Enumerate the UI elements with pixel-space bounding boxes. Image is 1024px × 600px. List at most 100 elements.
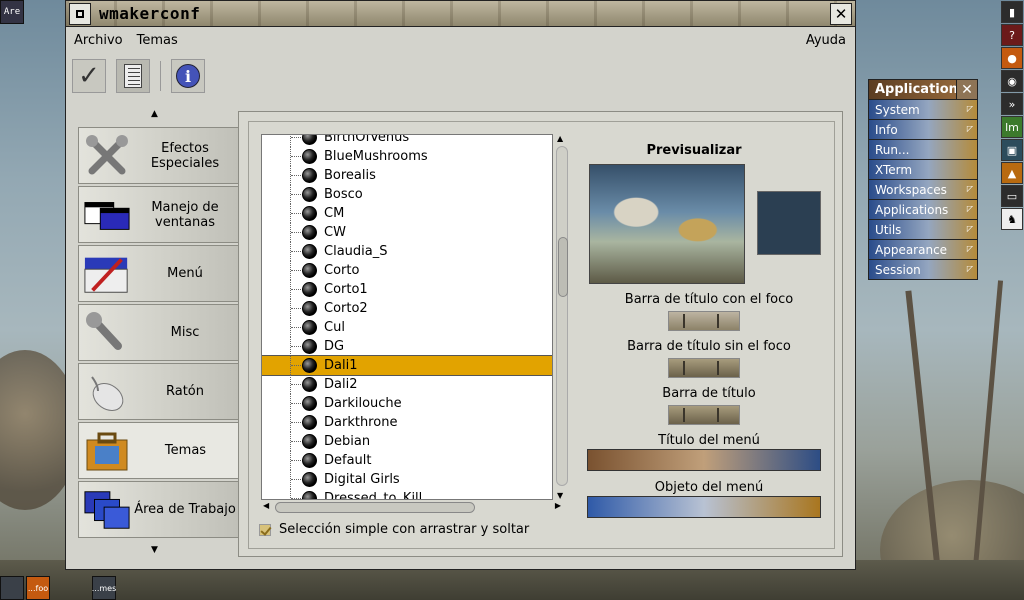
theme-list-item[interactable]: Digital Girls [262, 470, 552, 489]
miniwindow-firefox-icon[interactable]: ...foo [26, 576, 50, 600]
dnd-option[interactable]: Selección simple con arrastrar y soltar [259, 522, 529, 537]
sidebar-scroll-up-icon[interactable]: ▲ [151, 109, 158, 119]
theme-list-item[interactable]: DG [262, 337, 552, 356]
scroll-right-icon[interactable]: ▶ [555, 501, 561, 510]
applications-menu-item[interactable]: Applications ◸ [868, 200, 978, 220]
preview-focused-label: Barra de título con el foco [624, 292, 794, 307]
desktop-app-icon[interactable]: Are [0, 0, 24, 24]
menu-edit-icon [83, 250, 131, 298]
theme-list-item[interactable]: Corto1 [262, 280, 552, 299]
sidebar-item-misc[interactable]: Misc [78, 304, 240, 361]
titlebar-figure [683, 408, 685, 422]
dnd-checkbox[interactable] [259, 523, 271, 536]
theme-icon [302, 187, 317, 202]
theme-list[interactable]: BirthOfVenus BlueMushrooms Borealis Bosco CM… [261, 134, 553, 500]
theme-list-item[interactable]: Corto [262, 261, 552, 280]
sidebar-item-manejo[interactable]: Manejo de ventanas [78, 186, 240, 243]
theme-list-item[interactable]: Darkthrone [262, 413, 552, 432]
sidebar-scroll-down-icon[interactable]: ▼ [151, 545, 158, 555]
tree-branch [291, 194, 301, 195]
category-sidebar: ▲ Efectos Especiales Manejo de ventanas … [76, 109, 240, 557]
submenu-icon: ◸ [966, 244, 973, 253]
theme-list-item[interactable]: Default [262, 451, 552, 470]
window-titlebar[interactable]: wmakerconf ✕ [66, 1, 855, 27]
theme-list-item[interactable]: Bosco [262, 185, 552, 204]
sidebar-item-temas[interactable]: Temas [78, 422, 240, 479]
dock-terminal-icon[interactable]: ▮ [1001, 1, 1023, 23]
miniwindow-icon[interactable] [0, 576, 24, 600]
preview-area: Previsualizar Barra de título con el foc… [584, 134, 834, 544]
theme-list-item[interactable]: BirthOfVenus [262, 135, 552, 147]
sidebar-item-label: Ratón [165, 384, 204, 399]
theme-list-item[interactable]: Darkilouche [262, 394, 552, 413]
applications-menu-item[interactable]: Appearance ◸ [868, 240, 978, 260]
theme-list-item[interactable]: Dali1 [262, 355, 552, 376]
applications-menu-item[interactable]: XTerm [868, 160, 978, 180]
tree-branch [291, 422, 301, 423]
menu-ayuda[interactable]: Ayuda [806, 33, 846, 48]
theme-list-item[interactable]: Borealis [262, 166, 552, 185]
sidebar-item-efectos[interactable]: Efectos Especiales [78, 127, 240, 184]
wrench-icon [83, 309, 131, 357]
applications-menu-title[interactable]: Applications ✕ [868, 79, 978, 100]
applications-menu-item[interactable]: Session ◸ [868, 260, 978, 280]
dock-console-icon[interactable]: ▭ [1001, 185, 1023, 207]
theme-name: Corto2 [324, 301, 368, 316]
titlebar-figure [717, 314, 719, 328]
dock-arrows-icon[interactable]: » [1001, 93, 1023, 115]
theme-list-item[interactable]: Debian [262, 432, 552, 451]
save-button[interactable] [116, 59, 150, 93]
dock-monitor-icon[interactable]: ▣ [1001, 139, 1023, 161]
scroll-up-icon[interactable]: ▲ [557, 134, 563, 143]
close-icon[interactable]: ✕ [956, 80, 977, 99]
theme-name: Bosco [324, 187, 363, 202]
applications-menu-item[interactable]: Utils ◸ [868, 220, 978, 240]
theme-list-hscroll[interactable]: ◀ ▶ [261, 500, 569, 514]
dock-red-app-icon[interactable]: ? [1001, 24, 1023, 46]
menu-temas[interactable]: Temas [137, 33, 178, 48]
theme-name: Darkilouche [324, 396, 402, 411]
miniwindow-terminal-icon[interactable]: ...mes [92, 576, 116, 600]
close-button[interactable]: ✕ [830, 3, 852, 25]
scroll-left-icon[interactable]: ◀ [263, 501, 269, 510]
menu-archivo[interactable]: Archivo [74, 33, 123, 48]
scroll-thumb[interactable] [558, 237, 568, 297]
tree-branch [291, 213, 301, 214]
checkmark-icon: ✓ [78, 61, 100, 91]
scroll-track[interactable] [556, 146, 568, 486]
tree-branch [291, 479, 301, 480]
theme-list-item[interactable]: Dali2 [262, 375, 552, 394]
sidebar-item-area[interactable]: Área de Trabajo [78, 481, 240, 538]
theme-list-item[interactable]: CW [262, 223, 552, 242]
scroll-down-icon[interactable]: ▼ [557, 491, 563, 500]
apply-button[interactable]: ✓ [72, 59, 106, 93]
theme-icon [302, 434, 317, 449]
tree-line [290, 135, 291, 147]
miniaturize-button[interactable] [69, 2, 91, 25]
theme-list-item[interactable]: CM [262, 204, 552, 223]
applications-menu-item[interactable]: System ◸ [868, 100, 978, 120]
applications-menu-item[interactable]: Run... [868, 140, 978, 160]
menu-item-label: Workspaces [875, 182, 947, 197]
applications-menu-item[interactable]: Workspaces ◸ [868, 180, 978, 200]
applications-menu-item[interactable]: Info ◸ [868, 120, 978, 140]
tree-branch [291, 251, 301, 252]
dock-firefox-icon[interactable]: ● [1001, 47, 1023, 69]
theme-list-item[interactable]: Cul [262, 318, 552, 337]
sidebar-item-raton[interactable]: Ratón [78, 363, 240, 420]
dock-gnu-icon[interactable]: ♞ [1001, 208, 1023, 230]
theme-list-item[interactable]: Claudia_S [262, 242, 552, 261]
theme-list-item[interactable]: Dressed_to_Kill [262, 489, 552, 499]
hscroll-thumb[interactable] [275, 502, 475, 513]
miniwindow-bar: ...foo ...mes [0, 576, 118, 600]
dock-eye-icon[interactable]: ◉ [1001, 70, 1023, 92]
theme-list-item[interactable]: Corto2 [262, 299, 552, 318]
sidebar-item-menu[interactable]: Menú [78, 245, 240, 302]
dock-lm-icon[interactable]: lm [1001, 116, 1023, 138]
dock-vlc-icon[interactable]: ▲ [1001, 162, 1023, 184]
theme-list-vscroll[interactable]: ▲ ▼ [555, 134, 569, 500]
theme-name: Default [324, 453, 372, 468]
theme-icon [302, 396, 317, 411]
info-button[interactable]: i [171, 59, 205, 93]
theme-list-item[interactable]: BlueMushrooms [262, 147, 552, 166]
